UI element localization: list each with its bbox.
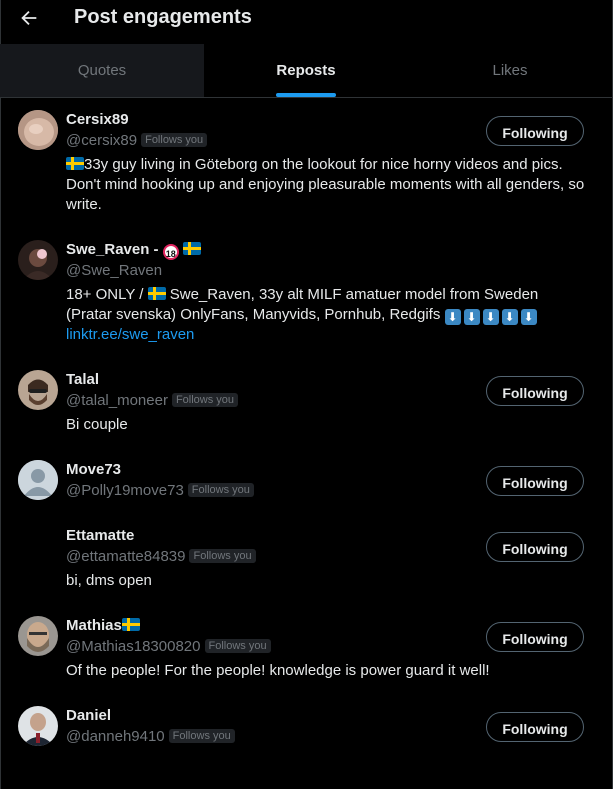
engagement-tabs: Quotes Reposts Likes xyxy=(0,44,613,98)
follows-you-badge: Follows you xyxy=(204,639,271,653)
user-handle[interactable]: @danneh9410 Follows you xyxy=(66,728,235,745)
handle-text[interactable]: @ettamatte84839 xyxy=(66,548,185,565)
user-handle[interactable]: @talal_moneer Follows you xyxy=(66,392,239,409)
column-left-border xyxy=(0,0,1,789)
avatar[interactable] xyxy=(18,706,58,746)
avatar[interactable] xyxy=(18,370,58,410)
user-bio: 18+ ONLY / Swe_Raven, 33y alt MILF amatu… xyxy=(66,285,586,345)
user-handle[interactable]: @Polly19move73 Follows you xyxy=(66,482,254,499)
arrow-left-icon[interactable] xyxy=(18,7,40,29)
following-button[interactable]: Following xyxy=(486,466,584,496)
down-arrow-icon: ⬇ xyxy=(501,309,518,325)
down-arrow-icon: ⬇ xyxy=(520,309,537,325)
display-name[interactable]: Ettamatte xyxy=(66,527,134,544)
following-button[interactable]: Following xyxy=(486,116,584,146)
bio-link[interactable]: linktr.ee/swe_raven xyxy=(66,326,194,343)
following-button[interactable]: Following xyxy=(486,532,584,562)
user-handle[interactable]: @cersix89 Follows you xyxy=(66,132,208,149)
down-arrow-icon: ⬇ xyxy=(444,309,461,325)
user-bio: bi, dms open xyxy=(66,572,152,589)
sweden-flag-icon xyxy=(66,157,84,170)
sweden-flag-icon xyxy=(182,242,201,255)
bio-text: 18+ ONLY / xyxy=(66,286,148,303)
handle-text[interactable]: @talal_moneer xyxy=(66,392,168,409)
follows-you-badge: Follows you xyxy=(189,549,256,563)
tab-reposts-label: Reposts xyxy=(276,62,336,79)
display-name[interactable]: Mathias xyxy=(66,617,140,634)
follows-you-badge: Follows you xyxy=(168,729,235,743)
down-arrow-icon: ⬇ xyxy=(463,309,480,325)
display-name-text[interactable]: Swe_Raven - xyxy=(66,241,159,258)
following-button[interactable]: Following xyxy=(486,712,584,742)
avatar[interactable] xyxy=(18,526,58,566)
avatar[interactable] xyxy=(18,110,58,150)
avatar[interactable] xyxy=(18,240,58,280)
tab-quotes[interactable]: Quotes xyxy=(0,44,204,97)
user-bio: 33y guy living in Göteborg on the lookou… xyxy=(66,155,586,215)
display-name[interactable]: Move73 xyxy=(66,461,121,478)
following-button[interactable]: Following xyxy=(486,622,584,652)
handle-text[interactable]: @cersix89 xyxy=(66,132,137,149)
user-handle[interactable]: @ettamatte84839 Follows you xyxy=(66,548,256,565)
down-arrow-icon: ⬇ xyxy=(482,309,499,325)
follows-you-badge: Follows you xyxy=(187,483,254,497)
follows-you-badge: Follows you xyxy=(171,393,239,407)
display-name[interactable]: Daniel xyxy=(66,707,111,724)
sweden-flag-icon xyxy=(121,618,140,631)
handle-text[interactable]: @Polly19move73 xyxy=(66,482,184,499)
user-handle[interactable]: @Mathias18300820 Follows you xyxy=(66,638,271,655)
active-tab-indicator xyxy=(276,93,336,97)
tab-quotes-label: Quotes xyxy=(77,62,127,79)
handle-text[interactable]: @danneh9410 xyxy=(66,728,165,745)
page-header: Post engagements xyxy=(0,0,613,44)
display-name[interactable]: Talal xyxy=(66,371,99,388)
tab-likes-label: Likes xyxy=(492,62,528,79)
display-name[interactable]: Swe_Raven - 18 xyxy=(66,241,201,260)
user-bio: Bi couple xyxy=(66,416,128,433)
avatar[interactable] xyxy=(18,616,58,656)
tab-reposts[interactable]: Reposts xyxy=(204,44,408,97)
adult-only-icon: 18 xyxy=(162,244,179,260)
following-button[interactable]: Following xyxy=(486,376,584,406)
page-title: Post engagements xyxy=(74,6,252,28)
display-name-text[interactable]: Mathias xyxy=(66,617,122,634)
user-handle[interactable]: @Swe_Raven xyxy=(66,262,162,279)
sweden-flag-icon xyxy=(147,287,166,300)
handle-text[interactable]: @Mathias18300820 xyxy=(66,638,201,655)
display-name[interactable]: Cersix89 xyxy=(66,111,129,128)
bio-text: 33y guy living in Göteborg on the lookou… xyxy=(66,156,585,213)
user-bio: Of the people! For the people! knowledge… xyxy=(66,662,490,679)
default-avatar-icon[interactable] xyxy=(18,460,58,500)
tab-likes[interactable]: Likes xyxy=(408,44,612,97)
follows-you-badge: Follows you xyxy=(141,133,208,147)
